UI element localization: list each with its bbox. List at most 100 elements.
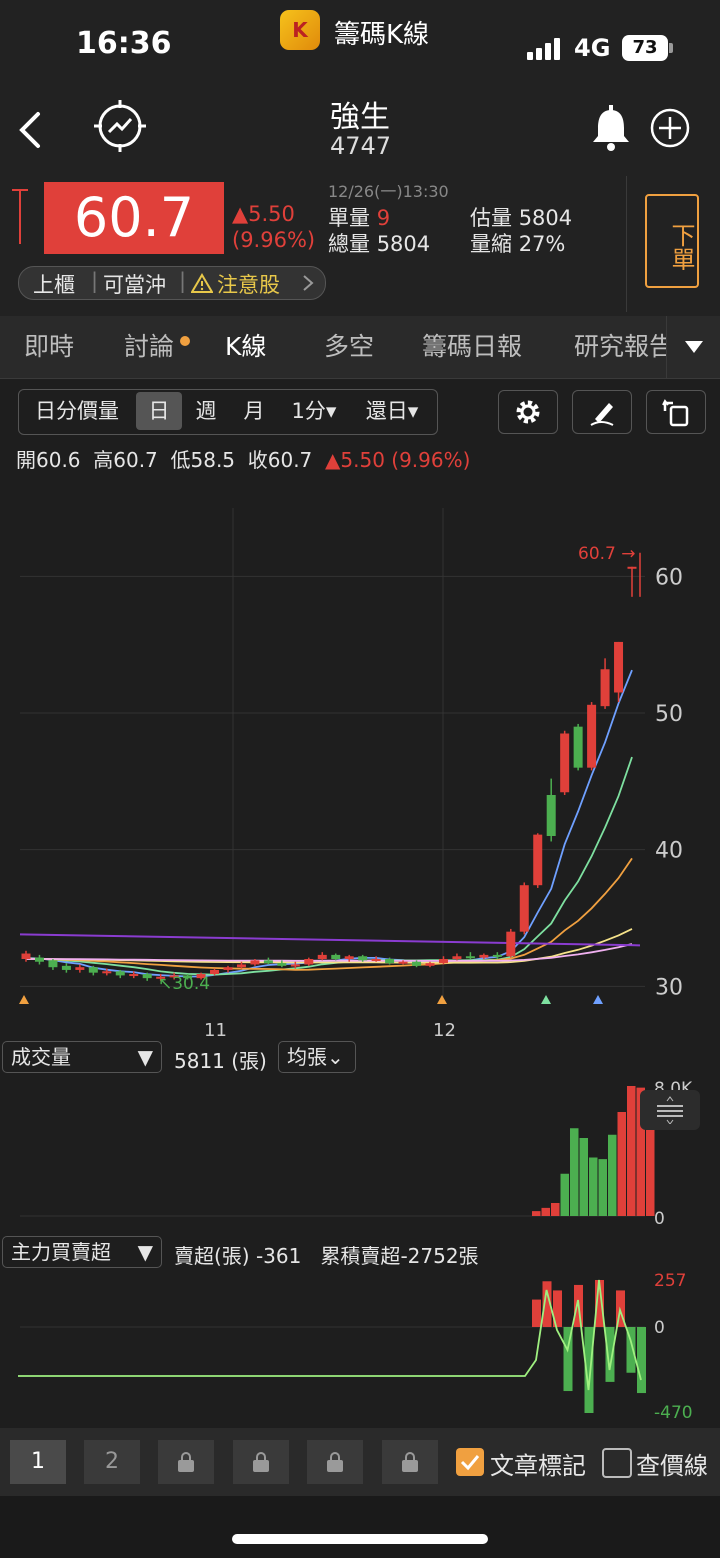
network-label: 4G (574, 34, 611, 62)
restore-dropdown[interactable]: 還日▾ (354, 390, 430, 432)
price-change-pct: (9.96%) (232, 228, 316, 252)
article-mark-checkbox[interactable] (456, 1448, 484, 1476)
layout-locked-6[interactable] (382, 1440, 438, 1484)
app-title: 籌碼K線 (334, 20, 430, 50)
volume-min-label: 0 (654, 1209, 665, 1228)
tab-bar: 即時 討論 K線 多空 籌碼日報 研究報告 (0, 316, 720, 379)
resize-handle[interactable] (640, 1090, 700, 1130)
candle-body (546, 795, 556, 836)
volume-bar (570, 1128, 579, 1216)
main-force-dropdown[interactable]: 主力買賣超 ▼ (2, 1236, 162, 1268)
home-indicator[interactable] (232, 1534, 488, 1544)
triangle-down-icon (685, 341, 703, 353)
signal-triangle-icon (541, 995, 551, 1004)
candle-body (587, 704, 597, 768)
ohlc-row: 開60.6 高60.7 低58.5 收60.7 ▲5.50 (9.96%) (16, 448, 471, 472)
unread-dot (180, 336, 190, 346)
candle-body (614, 641, 624, 693)
volume-bar (532, 1211, 541, 1216)
place-order-button[interactable]: 下單 (645, 194, 699, 288)
price-limit-icon (12, 189, 28, 244)
tab-long-short[interactable]: 多空 (324, 316, 374, 378)
warning-icon (191, 273, 213, 293)
candle-body (290, 964, 300, 967)
layout-locked-3[interactable] (158, 1440, 214, 1484)
candle-body (236, 964, 246, 968)
trend-target-icon[interactable] (94, 100, 146, 152)
tab-realtime[interactable]: 即時 (24, 316, 74, 378)
volume-bar (560, 1173, 569, 1216)
bell-icon[interactable] (588, 104, 634, 152)
volume-indicator-dropdown[interactable]: 成交量 ▼ (2, 1041, 162, 1073)
low-price-marker: ↖30.4 (158, 974, 210, 994)
tab-more-button[interactable] (666, 316, 720, 378)
period-week[interactable]: 週 (186, 390, 226, 432)
volume-bar (617, 1112, 626, 1216)
period-month[interactable]: 月 (234, 390, 274, 432)
stock-tags[interactable]: 上櫃 | 可當沖 | 注意股 (18, 266, 326, 300)
candle-body (317, 954, 327, 959)
candle-body (492, 954, 502, 957)
candle-body (115, 971, 125, 976)
tab-kline[interactable]: K線 (225, 316, 266, 378)
tag-market: 上櫃 (33, 273, 75, 297)
layout-locked-4[interactable] (233, 1440, 289, 1484)
app-icon: K (280, 10, 320, 50)
candle-body (627, 566, 637, 569)
tab-discussion[interactable]: 討論 (124, 316, 174, 378)
main-force-bar (637, 1327, 646, 1394)
tag-daytrade: 可當沖 (103, 273, 166, 297)
draw-button[interactable] (572, 390, 632, 434)
layout-page-1[interactable]: 1 (10, 1440, 66, 1484)
price-line-checkbox[interactable] (602, 1448, 632, 1478)
add-watchlist-icon[interactable] (650, 108, 690, 148)
candle-body (465, 956, 475, 959)
lock-icon (402, 1452, 418, 1472)
candle-body (61, 965, 71, 970)
triangle-down-icon: ▼ (137, 1240, 153, 1264)
resistance-line (19, 933, 641, 947)
candle-body (21, 953, 31, 959)
layout-locked-5[interactable] (307, 1440, 363, 1484)
tag-separator: | (91, 269, 99, 293)
rotate-screen-icon (662, 399, 689, 427)
home-area (0, 1496, 720, 1558)
candle-body (210, 969, 220, 975)
period-minute[interactable]: 1分▾ (284, 390, 344, 432)
settings-button[interactable] (498, 390, 558, 434)
candle-body (277, 963, 287, 966)
signal-triangle-icon (437, 995, 447, 1004)
volume-bar (589, 1157, 598, 1216)
avg-volume-toggle[interactable]: 均張⌄ (278, 1041, 356, 1073)
candlestick-chart[interactable]: 60 50 40 30 11 12 60.7 → ↖30.4 (0, 490, 720, 1040)
total-volume: 總量 5804 (328, 232, 431, 256)
candle-body (560, 733, 570, 793)
period-day[interactable]: 日 (136, 392, 182, 430)
candle-body (452, 956, 462, 959)
candle-body (129, 974, 139, 977)
lock-icon (327, 1452, 343, 1472)
main-force-axis-label: 257 (654, 1271, 686, 1291)
volume-chart: 8.0K0 (20, 1079, 693, 1228)
main-force-axis-label: -470 (654, 1403, 693, 1423)
rotate-button[interactable] (646, 390, 706, 434)
quote-panel: 60.7 ▲5.50 (9.96%) 12/26(一)13:30 單量 9 總量… (0, 170, 720, 316)
candle-body (519, 885, 529, 932)
candle-body (331, 954, 341, 959)
back-icon[interactable] (14, 110, 44, 150)
candle-body (142, 974, 152, 979)
x-tick-label: 12 (433, 1020, 456, 1040)
candle-body (506, 931, 516, 957)
volume-bar (579, 1138, 588, 1216)
main-force-chart: 257 0 -470 (18, 1271, 693, 1423)
candle-body (304, 959, 314, 965)
last-price-marker: 60.7 → (578, 544, 636, 564)
period-intraday[interactable]: 日分價量 (22, 390, 132, 432)
tab-chip-daily[interactable]: 籌碼日報 (422, 316, 522, 378)
main-force-axis-label: 0 (654, 1318, 665, 1338)
cumulative-line (18, 1279, 642, 1391)
volume-bar (646, 1121, 655, 1216)
tab-research[interactable]: 研究報告 (574, 316, 666, 378)
layout-page-2[interactable]: 2 (84, 1440, 140, 1484)
candle-body (250, 960, 260, 965)
